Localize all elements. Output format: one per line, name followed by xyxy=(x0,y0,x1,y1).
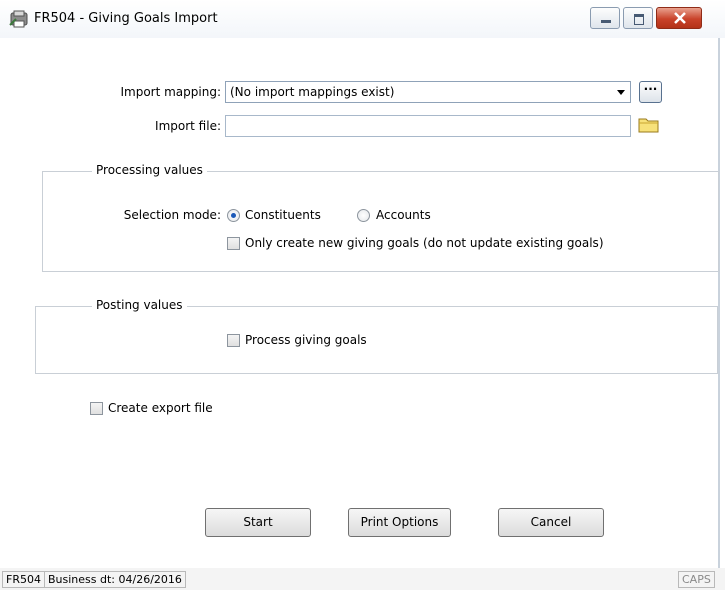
only-create-new-goals-label[interactable]: Only create new giving goals (do not upd… xyxy=(245,236,604,250)
constituents-radio[interactable] xyxy=(227,209,240,222)
posting-values-group xyxy=(35,306,718,374)
accounts-radio[interactable] xyxy=(357,209,370,222)
import-file-label: Import file: xyxy=(155,119,221,133)
status-caps-indicator: CAPS xyxy=(678,571,715,588)
minimize-button[interactable] xyxy=(590,7,620,29)
giving-goals-import-window: FR504 - Giving Goals Import Import mappi… xyxy=(0,0,725,590)
import-file-input[interactable] xyxy=(225,115,631,137)
maximize-button[interactable] xyxy=(623,7,653,29)
selection-mode-label: Selection mode: xyxy=(123,208,221,222)
folder-icon[interactable] xyxy=(638,116,660,134)
cancel-button[interactable]: Cancel xyxy=(498,508,604,537)
status-program-code: FR504 xyxy=(2,571,45,588)
accounts-radio-label[interactable]: Accounts xyxy=(376,208,431,222)
print-options-button[interactable]: Print Options xyxy=(348,508,451,537)
posting-values-legend: Posting values xyxy=(92,298,187,312)
processing-values-legend: Processing values xyxy=(92,163,207,177)
import-mapping-value: (No import mappings exist) xyxy=(230,85,395,99)
process-giving-goals-label[interactable]: Process giving goals xyxy=(245,333,367,347)
constituents-radio-label[interactable]: Constituents xyxy=(245,208,321,222)
only-create-new-goals-checkbox[interactable] xyxy=(227,237,240,250)
close-icon xyxy=(674,12,686,24)
status-bar: FR504 Business dt: 04/26/2016 CAPS xyxy=(0,568,725,590)
status-business-date: Business dt: 04/26/2016 xyxy=(44,571,186,588)
process-giving-goals-checkbox[interactable] xyxy=(227,334,240,347)
import-mapping-select[interactable]: (No import mappings exist) xyxy=(225,81,631,103)
create-export-file-label[interactable]: Create export file xyxy=(108,401,213,415)
close-button[interactable] xyxy=(656,7,702,29)
import-app-icon xyxy=(9,10,28,28)
title-bar[interactable]: FR504 - Giving Goals Import xyxy=(0,0,725,38)
create-export-file-checkbox[interactable] xyxy=(90,402,103,415)
window-border xyxy=(718,38,720,568)
window-title: FR504 - Giving Goals Import xyxy=(34,11,218,26)
browse-mappings-button[interactable]: ··· xyxy=(639,81,662,103)
import-mapping-label: Import mapping: xyxy=(120,85,221,99)
chevron-down-icon[interactable] xyxy=(617,90,625,95)
start-button[interactable]: Start xyxy=(205,508,311,537)
